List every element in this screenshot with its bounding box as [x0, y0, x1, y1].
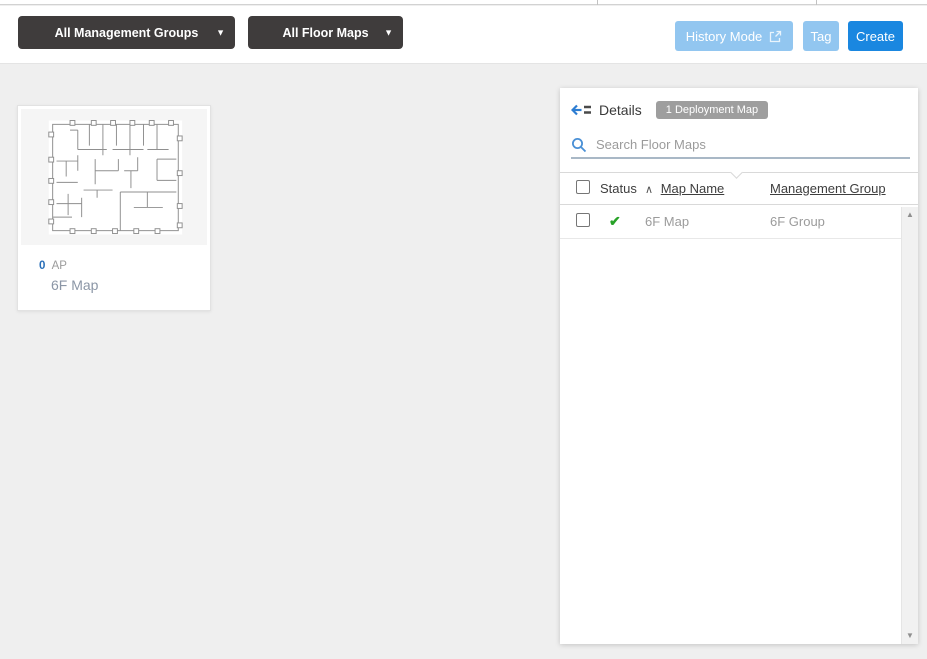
chevron-down-notch: [730, 166, 743, 179]
collapse-details-button[interactable]: Details: [571, 102, 642, 118]
strip-separator: [816, 0, 817, 5]
history-mode-label: History Mode: [685, 28, 763, 44]
select-all-checkbox[interactable]: [576, 180, 590, 194]
chevron-down-icon: ▼: [216, 27, 225, 37]
ap-count-line: 0 AP: [39, 260, 210, 272]
external-link-icon: [769, 30, 782, 43]
column-header-map-name[interactable]: ∧ Map Name: [645, 181, 770, 196]
tag-label: Tag: [810, 28, 832, 44]
row-status-cell: ✔: [600, 213, 645, 230]
management-groups-dropdown-label: All Management Groups: [54, 25, 199, 40]
floor-plan-drawing: [47, 119, 183, 235]
history-mode-button[interactable]: History Mode: [675, 21, 793, 51]
details-panel: Details 1 Deployment Map Status ∧ Map Na…: [560, 88, 918, 644]
column-header-management-group[interactable]: Management Group: [770, 181, 918, 196]
back-arrow-icon: [571, 102, 592, 118]
top-browser-strip: [0, 0, 927, 5]
floor-plan-thumbnail: [21, 109, 207, 245]
ap-count-label: AP: [51, 260, 67, 272]
status-ok-icon: ✔: [609, 213, 621, 229]
column-header-status: Status: [600, 181, 637, 196]
floor-maps-dropdown-label: All Floor Maps: [282, 25, 369, 40]
management-groups-dropdown[interactable]: All Management Groups ▼: [18, 16, 235, 49]
create-button[interactable]: Create: [848, 21, 903, 51]
scroll-down-icon[interactable]: ▼: [906, 628, 914, 644]
chevron-down-icon: ▼: [384, 27, 393, 37]
floor-maps-table-header: Status ∧ Map Name Management Group: [560, 166, 918, 205]
scroll-up-icon[interactable]: ▲: [906, 207, 914, 223]
header-checkbox-cell: [560, 180, 600, 197]
table-scrollbar[interactable]: ▲ ▼: [901, 207, 918, 644]
row-management-group: 6F Group: [770, 214, 825, 229]
details-title: Details: [599, 102, 642, 118]
tag-button[interactable]: Tag: [803, 21, 839, 51]
floor-map-card[interactable]: 0 AP 6F Map: [17, 105, 211, 311]
search-icon: [571, 137, 587, 153]
row-map-name: 6F Map: [645, 214, 690, 229]
floor-maps-page: { "toolbar": { "management_groups_dropdo…: [0, 0, 927, 659]
ap-count: 0: [39, 260, 46, 272]
search-bar: [571, 132, 910, 159]
sort-ascending-icon: ∧: [645, 184, 654, 196]
row-checkbox-cell: [560, 213, 600, 230]
create-label: Create: [855, 28, 896, 44]
deployment-map-badge[interactable]: 1 Deployment Map: [655, 101, 769, 119]
table-row[interactable]: ✔ 6F Map 6F Group: [560, 205, 901, 239]
floor-maps-dropdown[interactable]: All Floor Maps ▼: [248, 16, 403, 49]
strip-separator: [597, 0, 598, 5]
details-panel-header: Details 1 Deployment Map: [560, 88, 918, 132]
row-checkbox[interactable]: [576, 213, 590, 227]
floor-map-name: 6F Map: [51, 277, 99, 293]
search-floor-maps-input[interactable]: [596, 137, 910, 152]
toolbar: All Management Groups ▼ All Floor Maps ▼…: [0, 6, 927, 64]
